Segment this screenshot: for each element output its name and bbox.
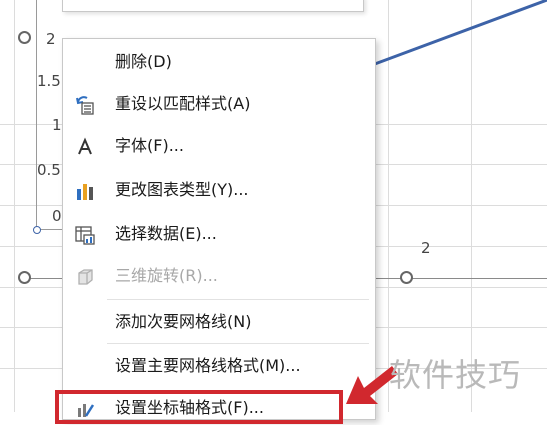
series-line[interactable]	[360, 0, 547, 90]
menu-item-select-data[interactable]: 选择数据(E)...	[63, 217, 375, 251]
y-tick-label: 1	[52, 116, 62, 134]
context-menu: 删除(D) 重设以匹配样式(A) 字体(F)... 更改图表类型(Y)... 选…	[62, 38, 376, 420]
mini-toolbar-panel	[62, 0, 364, 12]
menu-item-delete[interactable]: 删除(D)	[63, 45, 375, 79]
menu-item-label: 重设以匹配样式(A)	[115, 94, 251, 113]
menu-separator	[107, 299, 369, 300]
menu-item-label: 添加次要网格线(N)	[115, 312, 252, 331]
menu-item-change-chart-type[interactable]: 更改图表类型(Y)...	[63, 173, 375, 207]
gridline	[14, 0, 15, 412]
menu-item-3d-rotation[interactable]: 三维旋转(R)...	[63, 259, 375, 293]
menu-item-reset-style[interactable]: 重设以匹配样式(A)	[63, 87, 375, 121]
3d-rotation-icon	[75, 267, 95, 287]
x-tick-label: 2	[421, 239, 431, 257]
plot-area-left-border	[36, 0, 37, 230]
menu-item-font[interactable]: 字体(F)...	[63, 129, 375, 163]
menu-item-label: 删除(D)	[115, 52, 172, 71]
y-tick-label: 2	[46, 30, 56, 48]
highlight-box	[55, 390, 343, 424]
menu-item-add-minor-gridlines[interactable]: 添加次要网格线(N)	[63, 305, 375, 339]
y-tick-label: 0.5	[37, 161, 61, 179]
menu-item-label: 更改图表类型(Y)...	[115, 180, 249, 199]
font-icon	[75, 137, 95, 157]
chart-resize-handle[interactable]	[18, 31, 31, 44]
select-data-icon	[75, 225, 95, 245]
y-tick-label: 0	[52, 207, 62, 225]
menu-item-label: 三维旋转(R)...	[115, 266, 218, 285]
reset-style-icon	[75, 95, 95, 115]
menu-item-label: 选择数据(E)...	[115, 224, 217, 243]
y-tick-label: 1.5	[37, 72, 61, 90]
plot-area-handle[interactable]	[33, 226, 41, 234]
menu-item-format-major-gridlines[interactable]: 设置主要网格线格式(M)...	[63, 349, 375, 383]
series-line-segment[interactable]	[363, 0, 547, 70]
menu-separator	[107, 343, 369, 344]
menu-item-label: 字体(F)...	[115, 136, 184, 155]
chart-type-icon	[75, 181, 95, 201]
chart-resize-handle[interactable]	[400, 271, 413, 284]
chart-resize-handle[interactable]	[18, 271, 31, 284]
menu-item-label: 设置主要网格线格式(M)...	[115, 356, 301, 375]
watermark: 软件技巧	[389, 356, 522, 394]
